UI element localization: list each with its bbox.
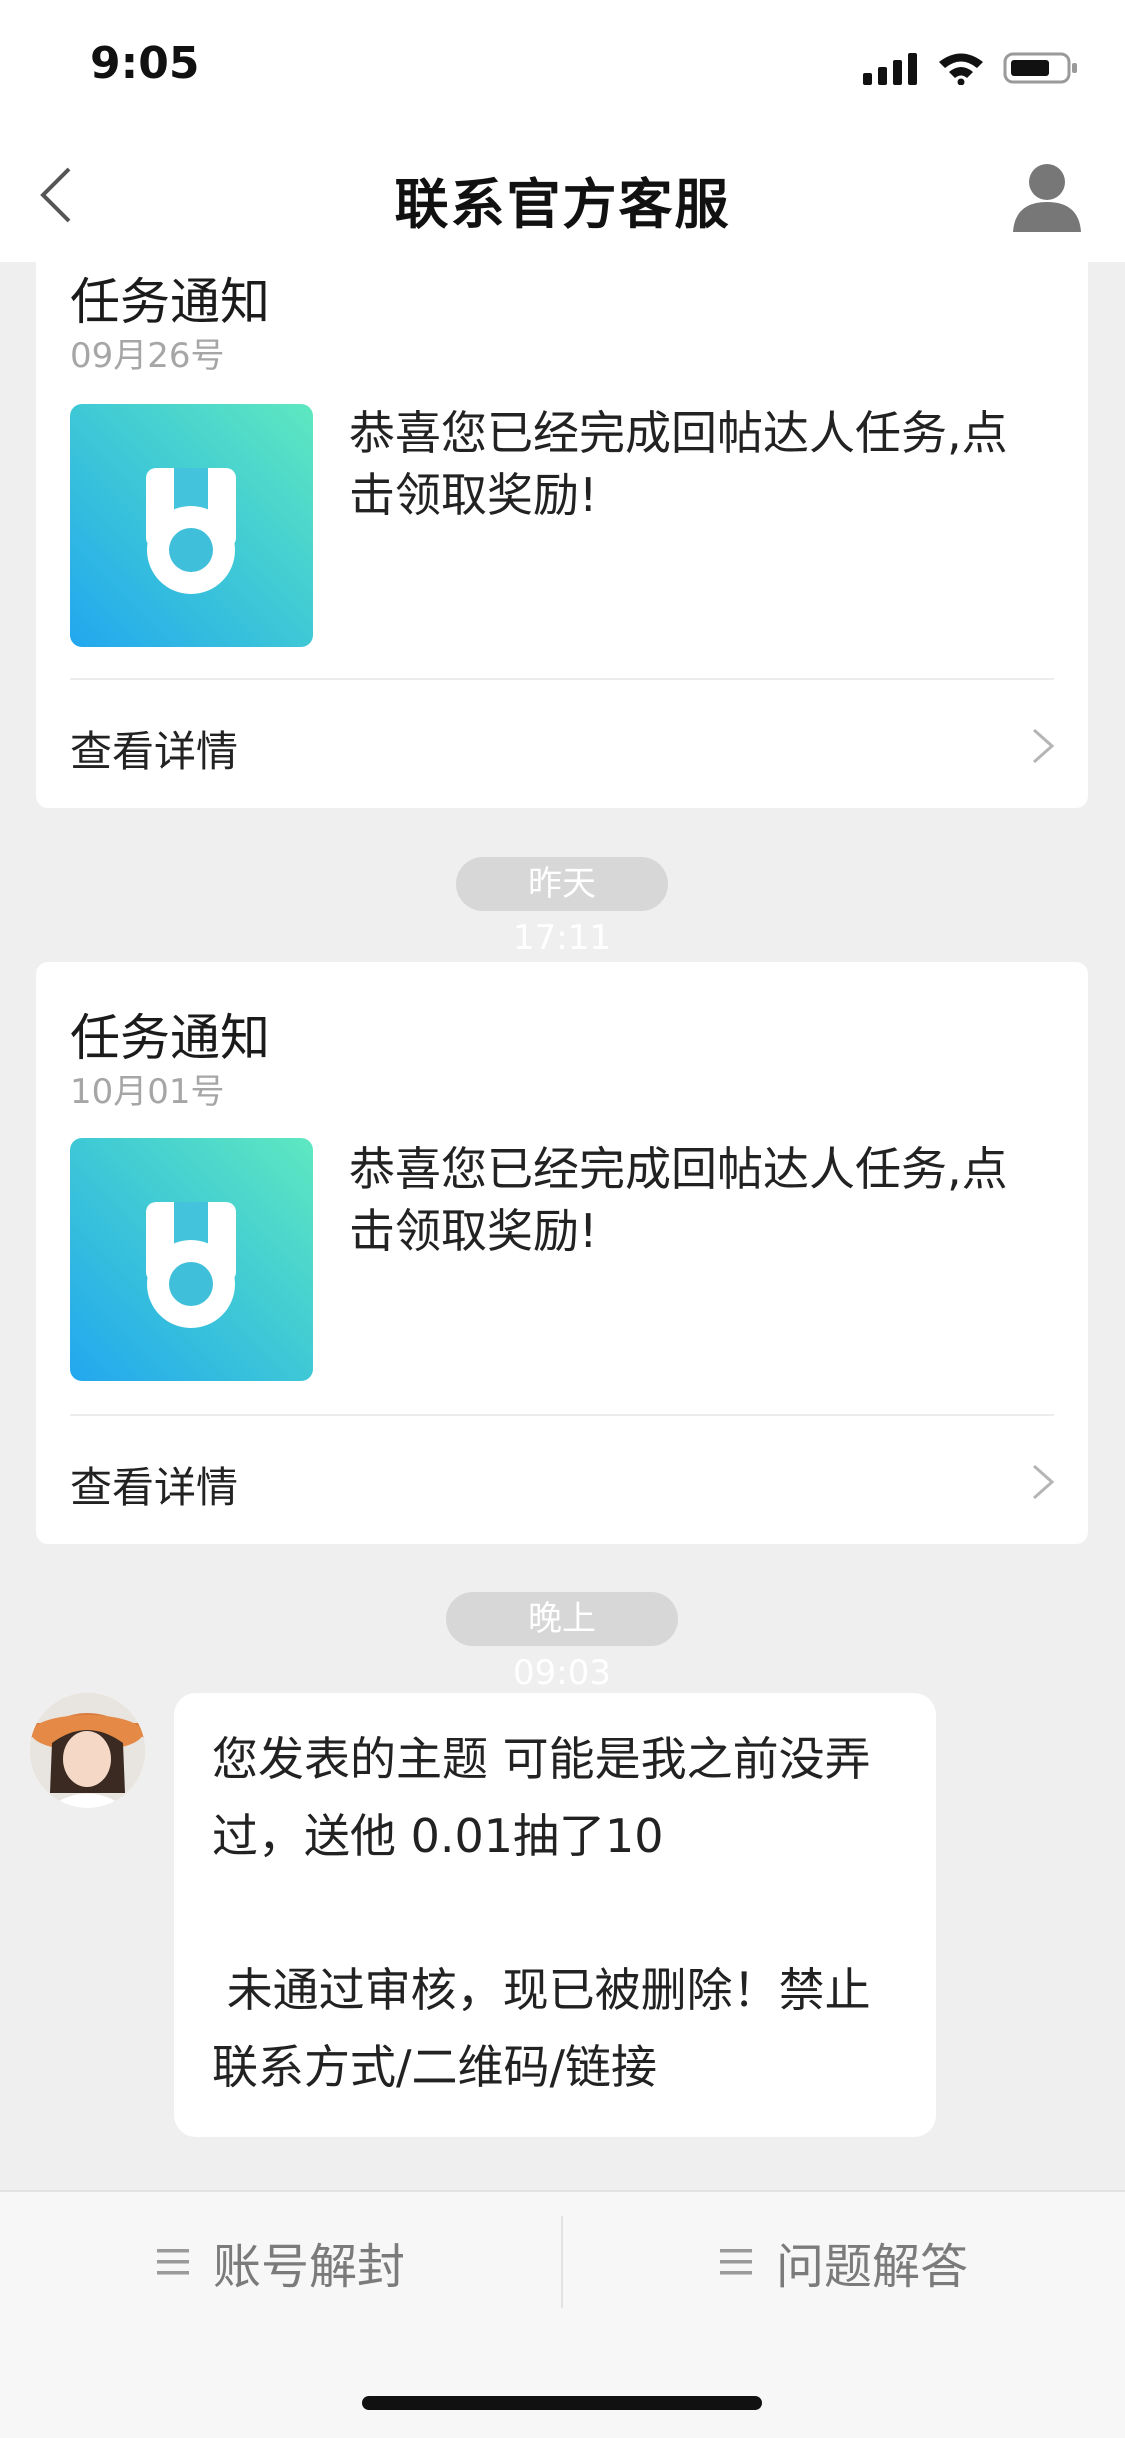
status-icons <box>863 48 1079 88</box>
medal-icon <box>70 404 313 647</box>
profile-button[interactable] <box>1011 160 1083 232</box>
menu-label: 问题解答 <box>775 2239 968 2295</box>
chevron-right-icon <box>1033 728 1055 764</box>
card-message: 恭喜您已经完成回帖达人任务,点击领取奖励! <box>349 406 1008 522</box>
battery-icon <box>1003 52 1077 84</box>
medal-icon <box>70 1138 313 1381</box>
card-date: 10月01号 <box>70 1072 225 1112</box>
view-details-button[interactable]: 查看详情 <box>36 1416 1088 1546</box>
status-time: 9:05 <box>90 38 200 89</box>
card-message: 恭喜您已经完成回帖达人任务,点击领取奖励! <box>349 1142 1008 1258</box>
hamburger-icon <box>719 2249 752 2275</box>
view-details-button[interactable]: 查看详情 <box>36 680 1088 810</box>
menu-account-unblock[interactable]: 账号解封 <box>0 2214 560 2310</box>
chat-bubble: 您发表的主题 可能是我之前没弄过，送他 0.01抽了10 未通过审核，现已被删除… <box>174 1693 936 2137</box>
page-title: 联系官方客服 <box>394 173 731 236</box>
avatar[interactable] <box>30 1693 145 1808</box>
card-date: 09月26号 <box>70 336 225 376</box>
signal-icon <box>863 53 917 85</box>
menu-faq[interactable]: 问题解答 <box>563 2214 1123 2310</box>
chevron-right-icon <box>1033 1464 1055 1500</box>
task-notice-card[interactable]: 任务通知 09月26号 恭喜您已经完成回帖达人任务,点击领取奖励! 查看详情 <box>36 190 1088 808</box>
message-list[interactable]: 任务通知 09月26号 恭喜您已经完成回帖达人任务,点击领取奖励! 查看详情 昨… <box>0 0 1125 2190</box>
card-title: 任务通知 <box>70 273 270 331</box>
timestamp-chip: 昨天 17:11 <box>456 857 668 958</box>
wifi-icon <box>939 53 983 85</box>
chat-message-text: 您发表的主题 可能是我之前没弄过，送他 0.01抽了10 未通过审核，现已被删除… <box>212 1732 871 2094</box>
task-notice-card[interactable]: 任务通知 10月01号 恭喜您已经完成回帖达人任务,点击领取奖励! 查看详情 <box>36 962 1088 1544</box>
timestamp-chip: 晚上 09:03 <box>446 1592 678 1693</box>
header: 9:05 联系官方客服 <box>0 0 1125 262</box>
view-details-label: 查看详情 <box>70 1463 239 1512</box>
home-indicator[interactable] <box>362 2396 762 2410</box>
hamburger-icon <box>156 2249 189 2275</box>
view-details-label: 查看详情 <box>70 727 239 776</box>
menu-label: 账号解封 <box>212 2239 405 2295</box>
card-title: 任务通知 <box>70 1009 270 1067</box>
person-icon <box>1013 164 1081 232</box>
